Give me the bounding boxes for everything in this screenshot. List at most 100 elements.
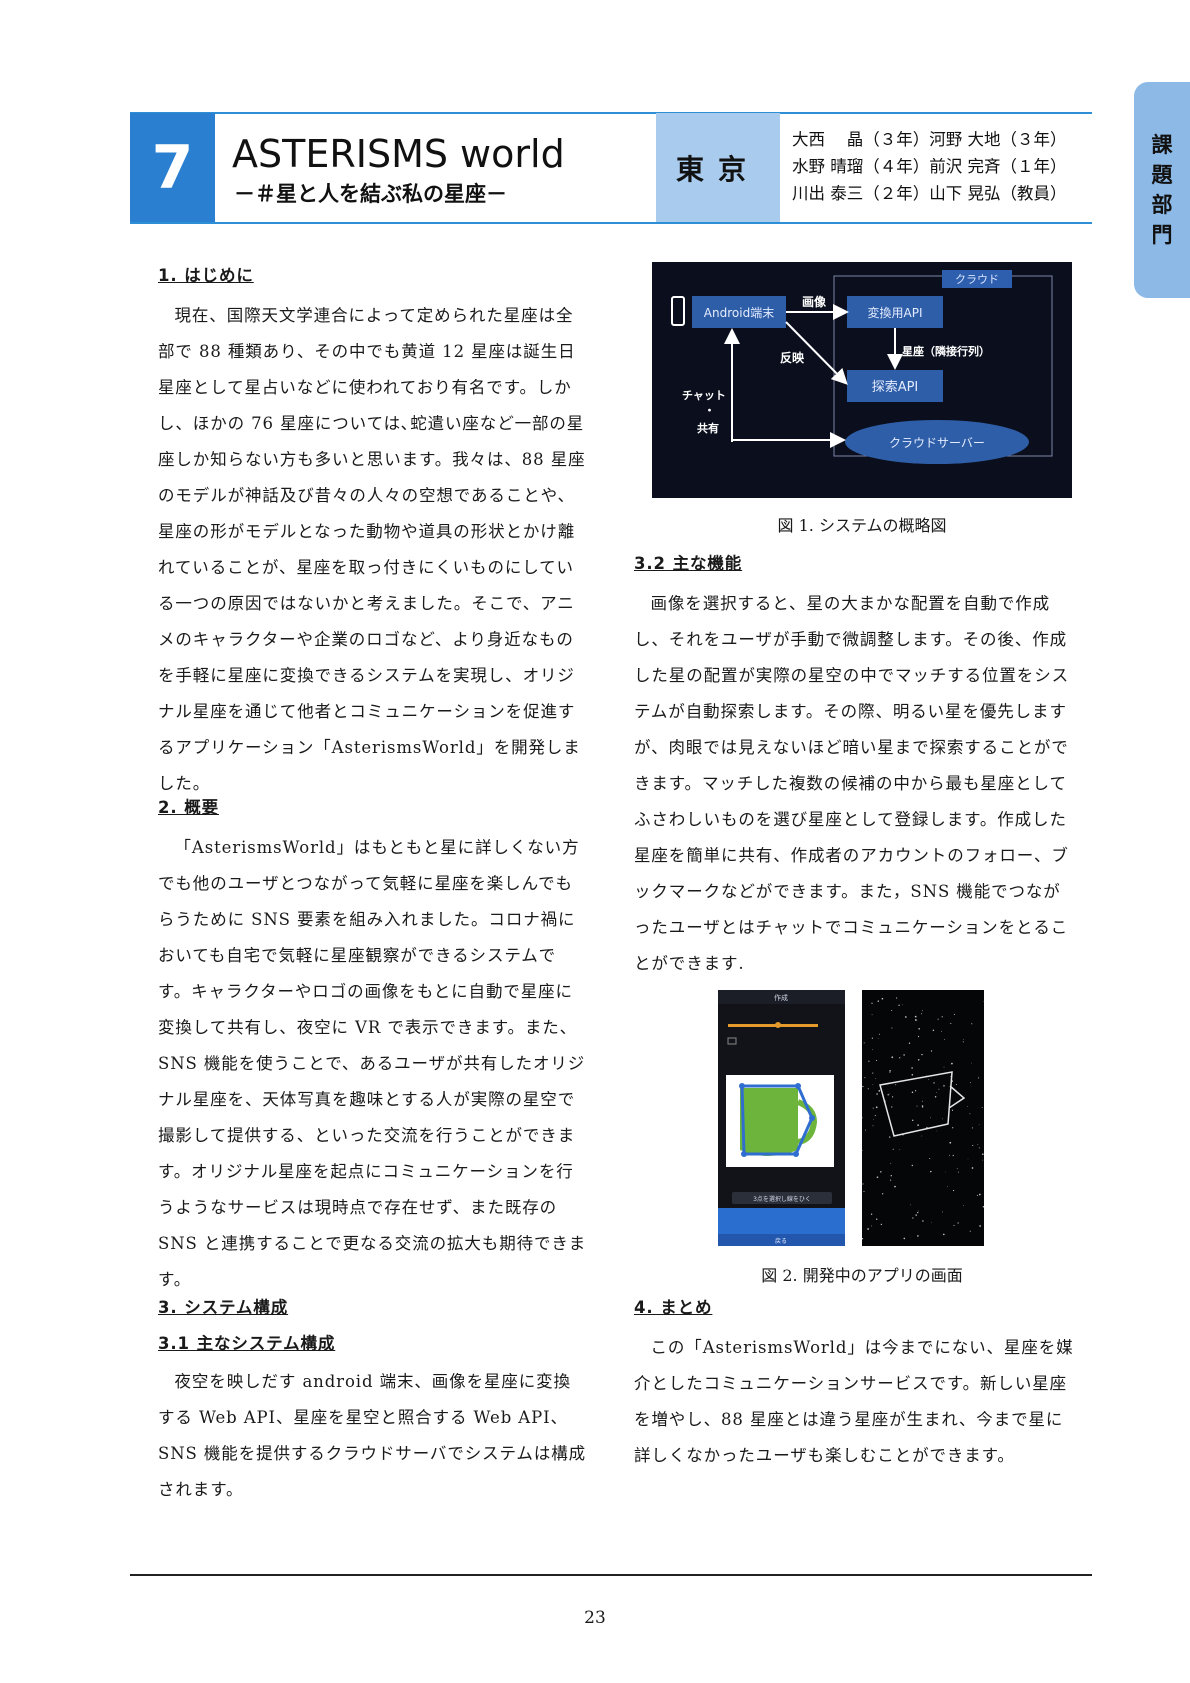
star-dot: [903, 1054, 905, 1056]
star-dot: [872, 1125, 874, 1127]
star-dot: [908, 1042, 911, 1044]
star-dot: [872, 1119, 874, 1121]
star-dot: [875, 1078, 877, 1080]
star-dot: [933, 1082, 935, 1084]
star-dot: [977, 1077, 980, 1079]
header-bottom-rule: [130, 222, 1092, 224]
left-column: 1. はじめに 現在、国際天文学連合によって定められた星座は全部で 88 種類あ…: [158, 258, 588, 802]
subsection-heading: 3.1 主なシステム構成: [158, 1334, 336, 1353]
app-screenshot-starfield: [862, 990, 984, 1246]
star-dot: [941, 1031, 943, 1032]
cloud-server-ellipse: クラウドサーバー: [889, 436, 985, 450]
star-dot: [943, 1066, 945, 1068]
star-dot: [891, 1009, 893, 1012]
section-heading: 3. システム構成: [158, 1298, 289, 1317]
star-dot: [921, 1010, 923, 1012]
star-dot: [889, 1136, 891, 1138]
star-dot: [862, 1117, 863, 1119]
share-label: 共有: [697, 421, 719, 435]
subsection-heading: 3.2 主な機能: [634, 554, 743, 573]
star-dot: [976, 1194, 978, 1196]
star-dot: [982, 1205, 984, 1208]
chat-label: チャット: [682, 389, 726, 402]
star-dot: [880, 1223, 883, 1226]
star-dot: [881, 997, 884, 1000]
section-body: 現在、国際天文学連合によって定められた星座は全部で 88 種類あり、その中でも黄…: [158, 306, 586, 793]
star-dot: [896, 997, 898, 999]
star-dot: [898, 1004, 900, 1006]
star-dot: [937, 1018, 939, 1020]
star-dot: [930, 1170, 932, 1173]
star-dot: [971, 1127, 974, 1129]
star-dot: [914, 1090, 917, 1092]
star-dot: [899, 1149, 901, 1150]
star-dot: [950, 1076, 951, 1078]
star-dot: [894, 1185, 896, 1188]
star-dot: [941, 1016, 943, 1018]
star-dot: [921, 1053, 923, 1056]
star-dot: [972, 1144, 974, 1146]
screen-title: 作成: [774, 993, 788, 1002]
system-diagram: クラウド Android端末 変換用API 探索API クラウドサーバー 画像 …: [652, 262, 1072, 498]
star-dot: [922, 1220, 924, 1222]
star-dot: [916, 1019, 918, 1021]
star-dot: [942, 1211, 944, 1213]
star-dot: [864, 1077, 866, 1079]
star-dot: [895, 1084, 897, 1086]
star-dot: [872, 1072, 874, 1074]
star-dot: [901, 1004, 903, 1006]
star-dot: [877, 1000, 880, 1002]
star-dot: [978, 1124, 980, 1125]
star-dot: [971, 1167, 974, 1169]
star-dot: [911, 1091, 914, 1094]
star-dot: [918, 1028, 920, 1030]
star-dot: [867, 1088, 869, 1090]
section-body: 夜空を映しだす android 端末、画像を星座に変換する Web API、星座…: [158, 1372, 587, 1499]
star-dot: [977, 1144, 979, 1145]
star-dot: [917, 1210, 919, 1212]
star-dot: [926, 1075, 927, 1076]
star-dot: [889, 1070, 891, 1072]
star-dot: [921, 1013, 923, 1015]
star-dot: [944, 1171, 946, 1173]
star-dot: [950, 1022, 952, 1024]
section-body: 画像を選択すると、星の大まかな配置を自動で作成し、それをユーザが手動で微調整しま…: [634, 594, 1069, 973]
star-dot: [862, 1183, 864, 1185]
star-dot: [887, 1094, 889, 1096]
star-dot: [917, 1059, 920, 1061]
figure-caption: 図 2. 開発中のアプリの画面: [761, 1266, 963, 1285]
bottom-nav-label: 戻る: [775, 1237, 787, 1245]
star-dot: [936, 1130, 938, 1132]
star-dot: [871, 1014, 873, 1016]
star-dot: [888, 1093, 890, 1095]
star-dot: [949, 1154, 950, 1156]
section-heading: 1. はじめに: [158, 266, 254, 285]
side-tab-char: 題: [1151, 163, 1173, 187]
star-dot: [917, 1035, 920, 1038]
star-dot: [978, 1147, 980, 1149]
star-dot: [942, 1233, 945, 1236]
star-dot: [956, 1168, 958, 1169]
dot-label: ・: [704, 404, 715, 417]
left-column-2: 2. 概要 「AsterismsWorld」はもともと星に詳しくない方でも他のユ…: [158, 790, 588, 1298]
star-dot: [862, 1085, 864, 1088]
star-dot: [978, 1193, 981, 1196]
star-dot: [891, 1096, 894, 1098]
star-dot: [875, 1059, 878, 1061]
star-dot: [938, 1088, 940, 1090]
star-dot: [872, 1107, 874, 1109]
star-dot: [891, 1106, 893, 1108]
category-side-tab: 課 題 部 門: [1134, 82, 1190, 298]
star-dot: [904, 1016, 907, 1018]
star-dot: [953, 1224, 955, 1226]
star-dot: [917, 1235, 919, 1237]
star-dot: [914, 1015, 917, 1018]
star-dot: [962, 1041, 964, 1043]
article-title: ASTERISMS world: [232, 132, 565, 176]
star-dot: [969, 1082, 971, 1084]
star-dot: [871, 1037, 873, 1039]
star-dot: [921, 1135, 923, 1137]
star-dot: [943, 1085, 945, 1087]
star-dot: [878, 1038, 879, 1039]
star-dot: [951, 1109, 954, 1111]
